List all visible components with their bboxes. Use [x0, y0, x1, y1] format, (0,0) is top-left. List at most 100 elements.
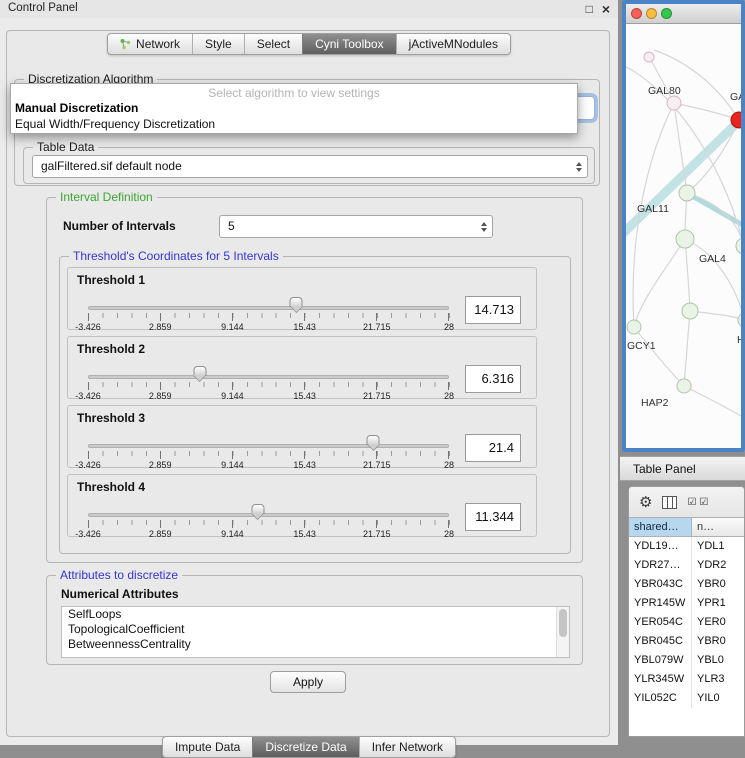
slider-thumb[interactable] — [251, 504, 264, 514]
combo-stepper-icon — [481, 222, 487, 232]
tab-network[interactable]: Network — [108, 34, 192, 54]
cell-name[interactable]: YBR0 — [692, 575, 744, 594]
network-node[interactable] — [738, 313, 741, 327]
combo-stepper-icon — [576, 162, 582, 172]
threshold-3-slider[interactable]: -3.4262.8599.14415.4321.71528 — [88, 432, 449, 468]
select-all-checkbox-icon[interactable]: ☑ — [687, 497, 697, 508]
scale-label: 2.859 — [149, 460, 172, 470]
cell-name[interactable]: YLR3 — [692, 670, 744, 689]
threshold-value-field[interactable]: 21.4 — [465, 434, 521, 462]
network-icon — [120, 39, 131, 50]
cell-shared-name[interactable]: YLR345W — [629, 670, 692, 689]
dropdown-option-equal-width-frequency[interactable]: Equal Width/Frequency Discretization — [11, 115, 577, 131]
num-intervals-value: 5 — [228, 219, 235, 233]
tab-cyni-toolbox[interactable]: Cyni Toolbox — [302, 34, 395, 54]
cell-name[interactable]: YBR0 — [692, 632, 744, 651]
tab-discretize-data[interactable]: Discretize Data — [252, 737, 358, 757]
threshold-value-field[interactable]: 6.316 — [465, 365, 521, 393]
cell-shared-name[interactable]: YBL079W — [629, 651, 692, 670]
scrollbar[interactable] — [556, 607, 569, 657]
apply-button[interactable]: Apply — [270, 671, 346, 693]
scrollbar-thumb[interactable] — [559, 609, 567, 637]
threshold-value-field[interactable]: 11.344 — [465, 503, 521, 531]
float-window-icon[interactable]: □ — [586, 1, 593, 17]
node-hap2[interactable] — [677, 379, 691, 393]
control-panel-body: Discretization Algorithm Table Data galF… — [6, 30, 610, 737]
table-data-select[interactable]: galFiltered.sif default node — [32, 155, 588, 178]
cell-name[interactable]: YER0 — [692, 613, 744, 632]
threshold-label: Threshold 3 — [77, 411, 145, 425]
node-gcy1[interactable] — [627, 320, 641, 334]
table-panel-header: Table Panel — [620, 456, 745, 481]
cell-name[interactable]: YBL0 — [692, 651, 744, 670]
scale-label: 9.144 — [221, 529, 244, 539]
network-node[interactable] — [736, 238, 741, 254]
table-row[interactable]: YIL052CYIL0 — [629, 689, 744, 708]
attribute-item[interactable]: BetweennessCentrality — [62, 637, 569, 652]
column-header-shared[interactable]: shared… — [629, 518, 692, 536]
close-icon[interactable]: × — [602, 1, 610, 17]
scale-label: -3.426 — [75, 529, 101, 539]
cell-name[interactable]: YPR1 — [692, 594, 744, 613]
cell-shared-name[interactable]: YER054C — [629, 613, 692, 632]
node-gal80[interactable] — [667, 96, 681, 110]
num-intervals-select[interactable]: 5 — [219, 215, 493, 238]
cell-shared-name[interactable]: YPR145W — [629, 594, 692, 613]
cell-name[interactable]: YIL0 — [692, 689, 744, 708]
attribute-item[interactable]: TopologicalCoefficient — [62, 622, 569, 637]
table-row[interactable]: YBR045CYBR0 — [629, 632, 744, 651]
tab-select[interactable]: Select — [244, 34, 302, 54]
network-node[interactable] — [644, 52, 654, 62]
table-row[interactable]: YBR043CYBR0 — [629, 575, 744, 594]
gear-icon[interactable]: ⚙ — [639, 495, 652, 510]
threshold-label: Threshold 4 — [77, 480, 145, 494]
table-row[interactable]: YDR27…YDR2 — [629, 556, 744, 575]
slider-thumb[interactable] — [367, 435, 380, 445]
cell-name[interactable]: YDL1 — [692, 537, 744, 556]
slider-scale: -3.4262.8599.14415.4321.71528 — [88, 391, 449, 402]
algorithm-dropdown-popup: Select algorithm to view settings Manual… — [10, 83, 578, 134]
node-label: GCY1 — [627, 340, 656, 352]
slider-thumb[interactable] — [290, 297, 303, 307]
node-gal11[interactable] — [679, 185, 695, 201]
tab-infer-network[interactable]: Infer Network — [359, 737, 455, 757]
tab-jactivemnodules[interactable]: jActiveMNodules — [396, 34, 510, 54]
scale-label: -3.426 — [75, 391, 101, 401]
scale-label: 28 — [444, 322, 454, 332]
table-row[interactable]: YER054CYER0 — [629, 613, 744, 632]
table-row[interactable]: YBL079WYBL0 — [629, 651, 744, 670]
attributes-group: Attributes to discretize Numerical Attri… — [46, 575, 583, 665]
column-header-name[interactable]: n… — [692, 518, 744, 536]
scale-label: 21.715 — [363, 322, 391, 332]
cell-shared-name[interactable]: YIL052C — [629, 689, 692, 708]
threshold-4-slider[interactable]: -3.4262.8599.14415.4321.71528 — [88, 501, 449, 537]
tab-style[interactable]: Style — [192, 34, 244, 54]
cell-shared-name[interactable]: YBR045C — [629, 632, 692, 651]
table-row[interactable]: YDL19…YDL1 — [629, 537, 744, 556]
minimize-traffic-light[interactable] — [646, 8, 657, 19]
node-label: H — [737, 334, 741, 346]
cell-shared-name[interactable]: YDR27… — [629, 556, 692, 575]
zoom-traffic-light[interactable] — [661, 8, 672, 19]
numerical-attributes-list[interactable]: SelfLoopsTopologicalCoefficientBetweenne… — [61, 606, 570, 658]
threshold-value-field[interactable]: 14.713 — [465, 296, 521, 324]
network-canvas[interactable]: GAL80GAL11GAL4GCY1HAP2GAH — [626, 24, 741, 447]
threshold-2-panel: Threshold 2 -3.4262.8599.14415.4321.7152… — [67, 336, 537, 399]
cell-name[interactable]: YDR2 — [692, 556, 744, 575]
cell-shared-name[interactable]: YBR043C — [629, 575, 692, 594]
threshold-1-panel: Threshold 1 -3.4262.8599.14415.4321.7152… — [67, 267, 537, 330]
threshold-2-slider[interactable]: -3.4262.8599.14415.4321.71528 — [88, 363, 449, 399]
network-node[interactable] — [682, 303, 698, 319]
table-row[interactable]: YLR345WYLR3 — [629, 670, 744, 689]
select-none-checkbox-icon[interactable]: ☑ — [699, 497, 709, 508]
column-selector-icon[interactable] — [662, 496, 677, 509]
slider-thumb[interactable] — [193, 366, 206, 376]
tab-impute-data[interactable]: Impute Data — [163, 737, 252, 757]
threshold-1-slider[interactable]: -3.4262.8599.14415.4321.71528 — [88, 294, 449, 330]
dropdown-option-manual-discretization[interactable]: Manual Discretization — [11, 100, 577, 115]
cell-shared-name[interactable]: YDL19… — [629, 537, 692, 556]
table-row[interactable]: YPR145WYPR1 — [629, 594, 744, 613]
node-gal4[interactable] — [676, 230, 694, 248]
close-traffic-light[interactable] — [631, 8, 642, 19]
attribute-item[interactable]: SelfLoops — [62, 607, 569, 622]
